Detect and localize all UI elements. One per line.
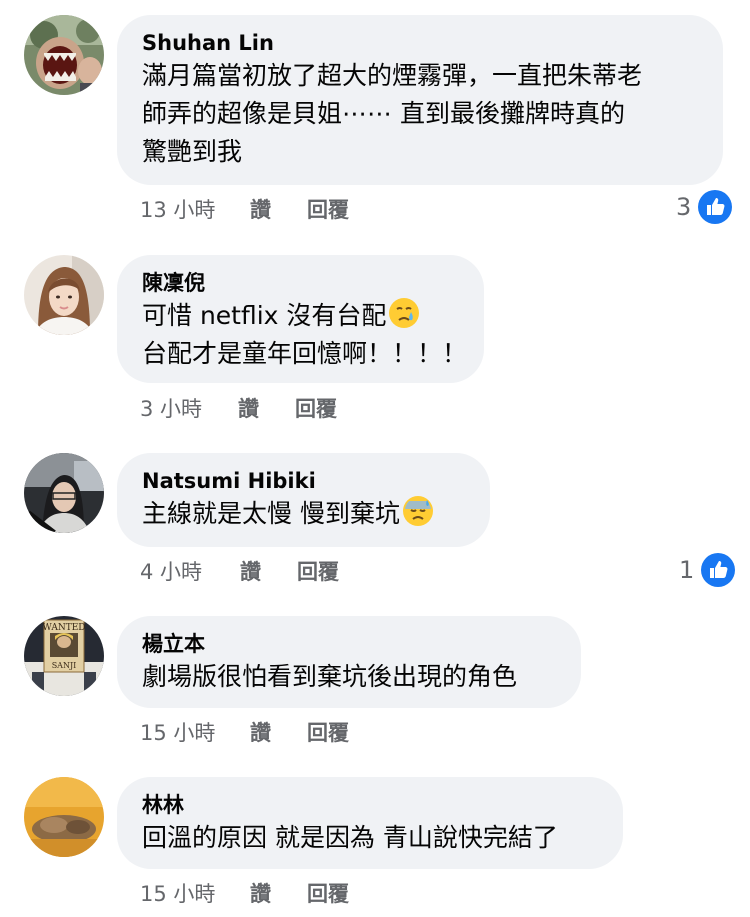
comment-text-segment: 主線就是太慢 慢到棄坑 (142, 499, 400, 528)
comment-author[interactable]: 陳凜倪 (142, 269, 458, 297)
wanted-poster-name: SANJI (52, 661, 77, 670)
reply-button[interactable]: 回覆 (297, 557, 339, 587)
avatar-image (24, 255, 104, 335)
reaction-count: 3 (676, 193, 692, 221)
reaction-summary[interactable]: 3 (676, 190, 733, 224)
comment-bubble: Shuhan Lin 滿月篇當初放了超大的煙霧彈，一直把朱蒂老 師弄的超像是貝姐… (117, 15, 723, 185)
avatar[interactable] (24, 777, 104, 857)
like-button[interactable]: 讚 (250, 718, 271, 748)
comment-bubble: 林林 回溫的原因 就是因為 青山說快完結了 (117, 777, 623, 869)
wanted-poster-title: WANTED (43, 623, 86, 633)
comment-text-line: 回溫的原因 就是因為 青山說快完結了 (142, 823, 558, 852)
comment-author[interactable]: 林林 (142, 791, 597, 819)
reply-button[interactable]: 回覆 (307, 879, 349, 909)
reaction-count: 1 (679, 556, 695, 584)
comment-text-line: 驚艷到我 (142, 137, 243, 166)
avatar-image: WANTED SANJI (24, 616, 104, 696)
comment-author[interactable]: Shuhan Lin (142, 29, 697, 57)
avatar[interactable] (24, 15, 104, 95)
comment-bubble: 楊立本 劇場版很怕看到棄坑後出現的角色 (117, 616, 581, 708)
comment-text-line: 主線就是太慢 慢到棄坑 (142, 495, 464, 533)
comment-timestamp[interactable]: 15 小時 (140, 879, 215, 909)
avatar-image (24, 453, 104, 533)
comment-timestamp[interactable]: 15 小時 (140, 718, 215, 748)
comment-author[interactable]: 楊立本 (142, 630, 555, 658)
reply-button[interactable]: 回覆 (307, 718, 349, 748)
sad-sweat-face-emoji (402, 495, 434, 527)
avatar[interactable]: WANTED SANJI (24, 616, 104, 696)
like-button[interactable]: 讚 (250, 879, 271, 909)
like-button[interactable]: 讚 (238, 394, 259, 424)
comment-text-line: 師弄的超像是貝姐⋯⋯ 直到最後攤牌時真的 (142, 99, 625, 128)
reply-button[interactable]: 回覆 (295, 394, 337, 424)
avatar-image (24, 777, 104, 857)
comment-bubble: Natsumi Hibiki 主線就是太慢 慢到棄坑 (117, 453, 490, 547)
like-button[interactable]: 讚 (250, 195, 271, 225)
reply-button[interactable]: 回覆 (307, 195, 349, 225)
thumbs-up-icon (701, 553, 736, 587)
comment-text-line: 滿月篇當初放了超大的煙霧彈，一直把朱蒂老 (142, 61, 643, 90)
avatar[interactable] (24, 453, 104, 533)
comment-text-segment: 可惜 netflix 沒有台配 (142, 301, 387, 330)
thumbs-up-icon (698, 190, 733, 224)
crying-face-emoji (388, 297, 420, 329)
comment-timestamp[interactable]: 3 小時 (140, 394, 202, 424)
comment-text-line: 劇場版很怕看到棄坑後出現的角色 (142, 662, 518, 691)
reaction-summary[interactable]: 1 (679, 553, 736, 587)
comment-bubble: 陳凜倪 可惜 netflix 沒有台配 台配才是童年回憶啊！！！！ (117, 255, 484, 383)
comment-text-line: 可惜 netflix 沒有台配 (142, 297, 458, 335)
avatar[interactable] (24, 255, 104, 335)
comment-author[interactable]: Natsumi Hibiki (142, 467, 464, 495)
comment-text-line: 台配才是童年回憶啊！！！！ (142, 339, 468, 368)
comment-timestamp[interactable]: 4 小時 (140, 557, 202, 587)
comment-timestamp[interactable]: 13 小時 (140, 195, 215, 225)
avatar-image (24, 15, 104, 95)
like-button[interactable]: 讚 (240, 557, 261, 587)
